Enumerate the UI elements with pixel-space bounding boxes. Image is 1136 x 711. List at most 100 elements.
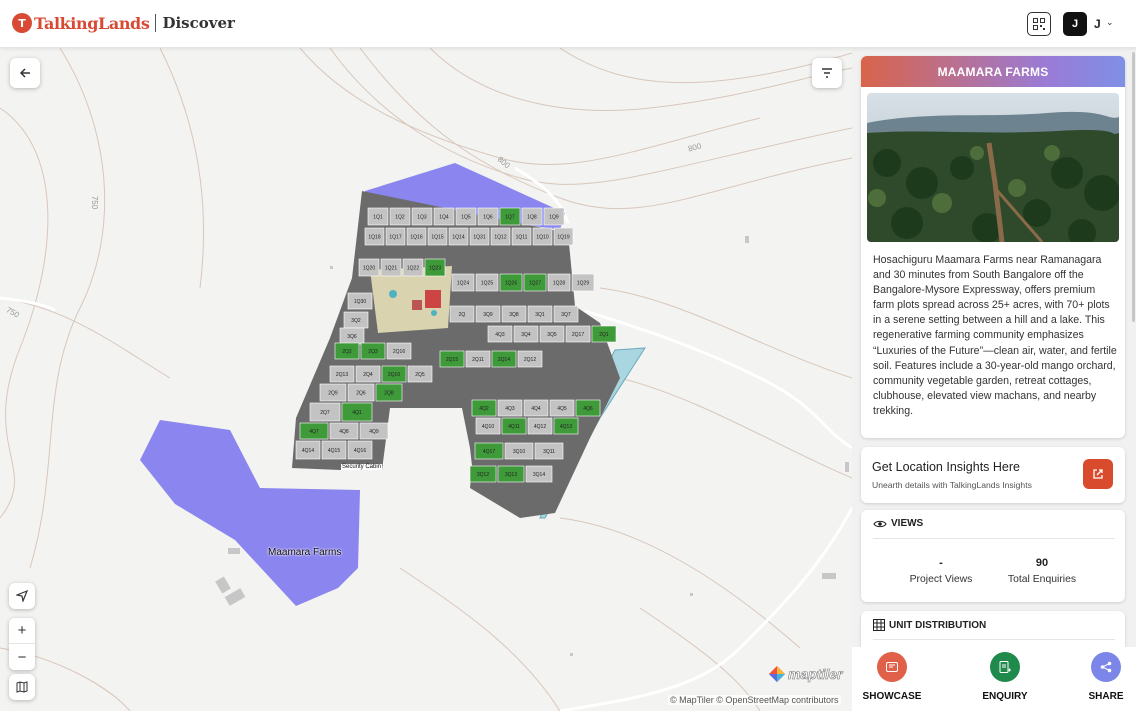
plot-label: 3Q2 bbox=[351, 318, 361, 324]
plot-label: 2Q3 bbox=[368, 349, 378, 355]
project-photo[interactable] bbox=[867, 93, 1119, 242]
total-enquiries-label: Total Enquiries bbox=[1007, 574, 1077, 585]
panel-scrollbar[interactable] bbox=[1132, 52, 1135, 322]
plot-label: 3Q1 bbox=[535, 312, 545, 318]
zoom-out-button[interactable]: − bbox=[9, 644, 35, 670]
plot-label: 1Q10 bbox=[536, 235, 548, 241]
plot-label: 1Q5 bbox=[461, 215, 471, 221]
plot-label: 4Q17 bbox=[483, 449, 495, 455]
plot-label: 2Q10 bbox=[388, 372, 400, 378]
plot-label: 2Q2 bbox=[342, 349, 352, 355]
plot-label: 4Q13 bbox=[560, 424, 572, 430]
plot-label: 4Q3 bbox=[495, 332, 505, 338]
grid-icon bbox=[873, 619, 885, 631]
locate-me-button[interactable] bbox=[9, 583, 35, 609]
app-header: T TalkingLands Discover J J ⌄ bbox=[0, 0, 1136, 48]
plot-label: 4Q6 bbox=[583, 406, 593, 412]
showcase-icon bbox=[877, 652, 907, 682]
plot-label: 3Q7 bbox=[561, 312, 571, 318]
plot-label: 4Q2 bbox=[479, 406, 489, 412]
qr-code-icon bbox=[1033, 18, 1045, 30]
showcase-button[interactable]: SHOWCASE bbox=[852, 652, 932, 702]
plot-label: 2Q6 bbox=[356, 391, 366, 397]
plot-label: 3Q11 bbox=[543, 449, 555, 455]
section-title: Discover bbox=[162, 14, 235, 32]
back-button[interactable] bbox=[10, 58, 40, 88]
plot-label: 1Q19 bbox=[557, 235, 569, 241]
plot-label: 4Q4 bbox=[531, 406, 541, 412]
plot-label: 2Q8 bbox=[384, 391, 394, 397]
plot-label: 1Q8 bbox=[527, 215, 537, 221]
plot-label: 4Q1 bbox=[352, 410, 362, 416]
brand-logo[interactable]: T TalkingLands Discover bbox=[12, 13, 235, 33]
divider bbox=[873, 538, 1115, 539]
plot-label: 3Q8 bbox=[509, 312, 519, 318]
unit-distribution-label: UNIT DISTRIBUTION bbox=[889, 619, 987, 631]
plot-label: 4Q16 bbox=[354, 448, 366, 454]
views-card: VIEWS - Project Views 90 Total Enquiries bbox=[861, 510, 1125, 602]
project-views-label: Project Views bbox=[909, 574, 973, 585]
enquiry-button[interactable]: ENQUIRY bbox=[965, 652, 1045, 702]
plot-label: 1Q25 bbox=[481, 281, 493, 287]
project-photo-image bbox=[867, 93, 1119, 242]
plot-label: 1Q29 bbox=[577, 281, 589, 287]
plot-label: 2Q14 bbox=[498, 357, 510, 363]
share-icon bbox=[1091, 652, 1121, 682]
zoom-in-button[interactable]: + bbox=[9, 618, 35, 644]
map-attribution[interactable]: © MapTiler © OpenStreetMap contributors bbox=[668, 695, 841, 705]
insights-title: Get Location Insights Here bbox=[872, 460, 1020, 474]
project-title: MAAMARA FARMS bbox=[861, 56, 1125, 87]
user-avatar[interactable]: J bbox=[1063, 12, 1087, 36]
open-insights-button[interactable] bbox=[1083, 459, 1113, 489]
qr-code-button[interactable] bbox=[1027, 12, 1051, 36]
maptiler-logo[interactable]: maptiler bbox=[768, 665, 843, 683]
brand-name: TalkingLands bbox=[34, 13, 150, 33]
plot-label: 1Q30 bbox=[354, 299, 366, 305]
plot-label: 3Q10 bbox=[513, 449, 525, 455]
plot-label: 1Q3 bbox=[417, 215, 427, 221]
plot-label: 1Q16 bbox=[410, 235, 422, 241]
filter-button[interactable] bbox=[812, 58, 842, 88]
plot-label: 1Q26 bbox=[505, 281, 517, 287]
project-views-value: - bbox=[939, 557, 943, 569]
plot-label: 3Q5 bbox=[547, 332, 557, 338]
plot-label: 2Q11 bbox=[472, 357, 484, 363]
plot-label: 3Q4 bbox=[521, 332, 531, 338]
location-insights-card[interactable]: Get Location Insights Here Unearth detai… bbox=[861, 447, 1125, 503]
map-style-button[interactable] bbox=[9, 674, 35, 700]
plot-label: 4Q7 bbox=[309, 429, 319, 435]
plot-label: 2Q13 bbox=[336, 372, 348, 378]
zoom-controls: + − bbox=[9, 618, 35, 670]
plot-label: 2Q9 bbox=[328, 391, 338, 397]
plot-label: 1Q7 bbox=[505, 215, 515, 221]
plot-label: 4Q12 bbox=[534, 424, 546, 430]
plot-label: 3Q13 bbox=[505, 472, 517, 478]
showcase-label: SHOWCASE bbox=[862, 691, 922, 702]
plot-label: 3Q14 bbox=[533, 472, 545, 478]
plot-label: 1Q21 bbox=[385, 266, 397, 272]
total-enquiries-value: 90 bbox=[1035, 557, 1049, 569]
plot-label: 3Q9 bbox=[483, 312, 493, 318]
enquiry-icon bbox=[990, 652, 1020, 682]
user-name[interactable]: J bbox=[1094, 17, 1101, 31]
project-views-stat: - Project Views bbox=[886, 557, 996, 585]
contour-label: 750 bbox=[90, 195, 100, 210]
plot-label: 4Q10 bbox=[482, 424, 494, 430]
plot-label: 1Q11 bbox=[516, 235, 528, 241]
plot-label: 1Q18 bbox=[368, 235, 380, 241]
plot-label: 1Q20 bbox=[363, 266, 375, 272]
plot-label: 1Q24 bbox=[457, 281, 469, 287]
plot-label: 1Q22 bbox=[407, 266, 419, 272]
plot-label: 2Q16 bbox=[393, 349, 405, 355]
map-view[interactable]: 1Q1 1Q2 1Q3 1Q4 1Q5 1Q6 1Q7 1Q8 1Q9 1Q18 1Q17 1Q16 1… bbox=[0, 48, 852, 711]
plot-label: 4Q15 bbox=[328, 448, 340, 454]
plot-label: 2Q15 bbox=[446, 357, 458, 363]
share-button[interactable]: SHARE bbox=[1066, 652, 1136, 702]
talkinglands-logo-icon: T bbox=[12, 13, 32, 33]
navigation-arrow-icon bbox=[16, 590, 28, 602]
plot-label: 4Q9 bbox=[369, 429, 379, 435]
maptiler-logo-icon bbox=[769, 666, 785, 682]
maptiler-logo-text: maptiler bbox=[788, 666, 843, 683]
plot-area-label[interactable]: Maamara Farms bbox=[268, 547, 341, 558]
chevron-down-icon[interactable]: ⌄ bbox=[1106, 17, 1114, 28]
